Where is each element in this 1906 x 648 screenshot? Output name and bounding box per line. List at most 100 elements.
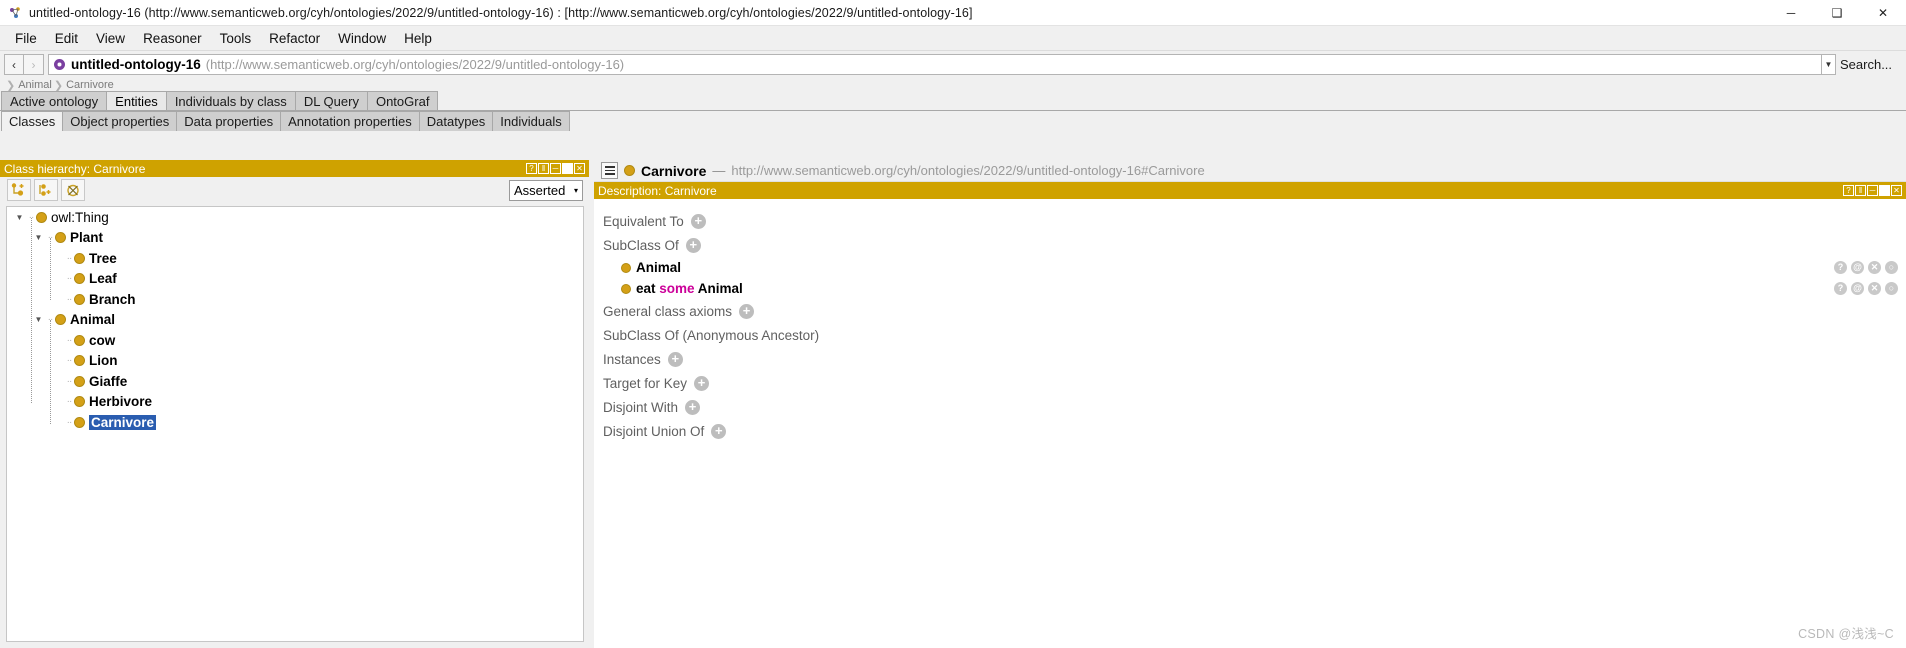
annotate-axiom-button[interactable]: @ <box>1851 282 1864 295</box>
tree-item-animal[interactable]: ▼ ·· Animal <box>7 310 583 331</box>
tree-item-tree[interactable]: ·· Tree <box>7 248 583 269</box>
ontology-dropdown-icon[interactable]: ▼ <box>1822 54 1836 75</box>
menu-item-view[interactable]: View <box>87 28 134 49</box>
breadcrumb-item-carnivore[interactable]: Carnivore <box>66 79 114 91</box>
tab-active-ontology[interactable]: Active ontology <box>1 91 108 110</box>
view-mode-value: Asserted <box>514 182 566 198</box>
add-axiom-button[interactable]: + <box>685 237 701 253</box>
explain-axiom-button[interactable]: ? <box>1834 261 1847 274</box>
hamburger-icon[interactable] <box>601 162 618 179</box>
annotate-axiom-button[interactable]: @ <box>1851 261 1864 274</box>
class-hierarchy-control-1[interactable]: ‖ <box>538 163 549 174</box>
class-icon <box>74 334 85 346</box>
tab-dl-query[interactable]: DL Query <box>294 91 368 110</box>
class-icon <box>55 232 66 244</box>
forward-button[interactable]: › <box>24 54 44 75</box>
add-subclass-button[interactable] <box>7 179 31 201</box>
tree-item-lion[interactable]: ·· Lion <box>7 351 583 372</box>
class-hierarchy-control-3[interactable]: ■ <box>562 163 573 174</box>
menu-item-reasoner[interactable]: Reasoner <box>134 28 211 49</box>
tree-guide-line <box>50 238 51 300</box>
description-control-4[interactable]: ✕ <box>1891 185 1902 196</box>
class-hierarchy-control-4[interactable]: ✕ <box>574 163 585 174</box>
description-control-0[interactable]: ? <box>1843 185 1854 196</box>
view-mode-select[interactable]: Asserted ▾ <box>509 179 583 201</box>
menu-item-tools[interactable]: Tools <box>211 28 261 49</box>
edit-axiom-button[interactable]: ○ <box>1885 261 1898 274</box>
description-control-3[interactable]: ■ <box>1879 185 1890 196</box>
add-axiom-button[interactable]: + <box>739 303 755 319</box>
delete-axiom-button[interactable]: ✕ <box>1868 282 1881 295</box>
tree-item-plant[interactable]: ▼ ·· Plant <box>7 228 583 249</box>
description-control-1[interactable]: ‖ <box>1855 185 1866 196</box>
tab-individuals-by-class[interactable]: Individuals by class <box>165 91 296 110</box>
explain-axiom-button[interactable]: ? <box>1834 282 1847 295</box>
description-section-disjoint-union-of: Disjoint Union Of + <box>594 419 1906 443</box>
entity-description-pane: Carnivore — http://www.semanticweb.org/c… <box>594 160 1906 648</box>
tree-item-herbivore[interactable]: ·· Herbivore <box>7 392 583 413</box>
add-axiom-button[interactable]: + <box>694 375 710 391</box>
tree-connector: ·· <box>66 416 73 428</box>
subtab-classes[interactable]: Classes <box>1 111 64 131</box>
class-icon <box>74 355 85 367</box>
add-axiom-button[interactable]: + <box>690 213 706 229</box>
expand-arrow-icon[interactable]: ▼ <box>32 310 45 330</box>
menu-item-help[interactable]: Help <box>395 28 441 49</box>
expand-arrow-icon[interactable]: ▼ <box>32 228 45 248</box>
tree-item-carnivore[interactable]: ·· Carnivore <box>7 412 583 433</box>
class-icon <box>74 293 85 305</box>
top-tab-bar: Active ontology Entities Individuals by cl… <box>0 91 1906 111</box>
subtab-annotation-properties[interactable]: Annotation properties <box>280 111 420 131</box>
entity-dash: — <box>712 163 726 178</box>
tree-item-branch[interactable]: ·· Branch <box>7 289 583 310</box>
axiom-row[interactable]: Animal? @ ✕ ○ <box>603 257 1906 278</box>
expand-arrow-icon[interactable]: ▼ <box>13 207 26 227</box>
minimize-button[interactable]: ─ <box>1768 0 1814 26</box>
section-title-row: SubClass Of (Anonymous Ancestor) <box>603 323 1906 347</box>
section-title: Instances <box>603 351 661 367</box>
search-input[interactable]: Search... <box>1840 54 1902 75</box>
breadcrumb-item-animal[interactable]: Animal <box>18 79 52 91</box>
add-axiom-button[interactable]: + <box>685 399 701 415</box>
menu-item-refactor[interactable]: Refactor <box>260 28 329 49</box>
subtab-individuals[interactable]: Individuals <box>492 111 570 131</box>
menu-item-window[interactable]: Window <box>329 28 395 49</box>
tree-item-giaffe[interactable]: ·· Giaffe <box>7 371 583 392</box>
subtab-object-properties[interactable]: Object properties <box>62 111 178 131</box>
edit-axiom-button[interactable]: ○ <box>1885 282 1898 295</box>
tree-item-leaf[interactable]: ·· Leaf <box>7 269 583 290</box>
section-title-row: Instances + <box>603 347 1906 371</box>
delete-class-button[interactable] <box>61 179 85 201</box>
class-hierarchy-control-0[interactable]: ? <box>526 163 537 174</box>
class-icon <box>36 211 47 223</box>
maximize-button[interactable]: ❑ <box>1814 0 1860 26</box>
subtab-datatypes[interactable]: Datatypes <box>418 111 494 131</box>
close-button[interactable]: ✕ <box>1860 0 1906 26</box>
description-control-2[interactable]: ─ <box>1867 185 1878 196</box>
axiom-row-actions: ? @ ✕ ○ <box>1834 261 1898 274</box>
section-title: SubClass Of (Anonymous Ancestor) <box>603 327 820 343</box>
tree-item-owl-thing[interactable]: ▼ ·· owl:Thing <box>7 207 583 228</box>
tree-item-label: Herbivore <box>89 394 153 410</box>
menu-item-file[interactable]: File <box>6 28 46 49</box>
tree-item-label: Plant <box>70 230 104 246</box>
axiom-term: Animal <box>636 260 682 275</box>
axiom-term: Animal <box>694 281 743 296</box>
ontology-field[interactable]: untitled-ontology-16 (http://www.semanti… <box>48 54 1822 75</box>
back-button[interactable]: ‹ <box>4 54 24 75</box>
tree-item-cow[interactable]: ·· cow <box>7 330 583 351</box>
menu-item-edit[interactable]: Edit <box>46 28 87 49</box>
class-tree[interactable]: ▼ ·· owl:Thing ▼ ·· Plant ·· Tree ·· Leaf ·· Branch… <box>6 206 584 642</box>
tab-ontograf[interactable]: OntoGraf <box>366 91 439 110</box>
tab-entities[interactable]: Entities <box>106 91 167 110</box>
tree-item-label: Branch <box>89 291 136 307</box>
subtab-data-properties[interactable]: Data properties <box>176 111 282 131</box>
tree-item-label: Tree <box>89 250 117 266</box>
add-sibling-class-button[interactable] <box>34 179 58 201</box>
class-hierarchy-control-2[interactable]: ─ <box>550 163 561 174</box>
add-axiom-button[interactable]: + <box>667 351 683 367</box>
delete-axiom-button[interactable]: ✕ <box>1868 261 1881 274</box>
add-axiom-button[interactable]: + <box>711 423 727 439</box>
axiom-row[interactable]: eat some Animal? @ ✕ ○ <box>603 278 1906 299</box>
